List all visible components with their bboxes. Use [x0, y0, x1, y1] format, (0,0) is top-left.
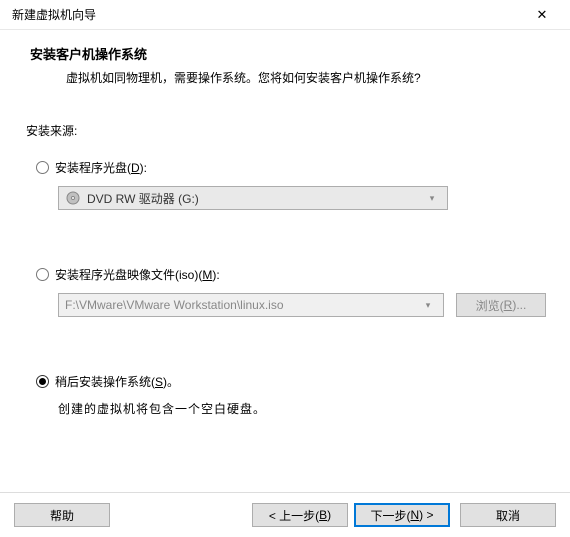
- disc-combo-row: DVD RW 驱动器 (G:) ▾: [58, 186, 546, 210]
- chevron-down-icon: ▾: [419, 300, 437, 311]
- next-button[interactable]: 下一步(N) >: [354, 503, 450, 527]
- cancel-button[interactable]: 取消: [460, 503, 556, 527]
- back-button[interactable]: < 上一步(B): [252, 503, 348, 527]
- wizard-footer: 帮助 < 上一步(B) 下一步(N) > 取消: [0, 492, 570, 537]
- close-icon: ✕: [537, 7, 548, 23]
- radio-disc-label: 安装程序光盘(D):: [55, 159, 147, 176]
- dvd-drive-icon: [65, 190, 81, 206]
- option-disc-group: 安装程序光盘(D): DVD RW 驱动器 (G:) ▾: [36, 159, 546, 210]
- help-button[interactable]: 帮助: [14, 503, 110, 527]
- chevron-down-icon: ▾: [423, 193, 441, 204]
- iso-combo-row: F:\VMware\VMware Workstation\linux.iso ▾…: [58, 293, 546, 317]
- wizard-content: 安装来源: 安装程序光盘(D): DVD RW 驱动器 (G:) ▾ 安装程序光…: [0, 104, 570, 437]
- radio-iso[interactable]: 安装程序光盘映像文件(iso)(M):: [36, 266, 546, 283]
- close-button[interactable]: ✕: [522, 1, 562, 29]
- radio-later-label: 稍后安装操作系统(S)。: [55, 373, 179, 390]
- radio-icon: [36, 161, 49, 174]
- radio-icon: [36, 268, 49, 281]
- radio-iso-label: 安装程序光盘映像文件(iso)(M):: [55, 266, 220, 283]
- option-later-group: 稍后安装操作系统(S)。 创建的虚拟机将包含一个空白硬盘。: [36, 373, 546, 417]
- radio-selected-icon: [39, 378, 46, 385]
- iso-path-text: F:\VMware\VMware Workstation\linux.iso: [65, 298, 419, 312]
- wizard-header: 安装客户机操作系统 虚拟机如同物理机，需要操作系统。您将如何安装客户机操作系统?: [0, 30, 570, 104]
- disc-drive-text: DVD RW 驱动器 (G:): [87, 190, 423, 207]
- option-iso-group: 安装程序光盘映像文件(iso)(M): F:\VMware\VMware Wor…: [36, 266, 546, 317]
- page-title: 安装客户机操作系统: [30, 44, 546, 63]
- disc-drive-combo[interactable]: DVD RW 驱动器 (G:) ▾: [58, 186, 448, 210]
- radio-later[interactable]: 稍后安装操作系统(S)。: [36, 373, 546, 390]
- later-description: 创建的虚拟机将包含一个空白硬盘。: [58, 400, 546, 417]
- page-description: 虚拟机如同物理机，需要操作系统。您将如何安装客户机操作系统?: [66, 69, 546, 86]
- title-bar: 新建虚拟机向导 ✕: [0, 0, 570, 30]
- browse-button[interactable]: 浏览(R)...: [456, 293, 546, 317]
- radio-disc[interactable]: 安装程序光盘(D):: [36, 159, 546, 176]
- iso-path-combo[interactable]: F:\VMware\VMware Workstation\linux.iso ▾: [58, 293, 444, 317]
- radio-icon: [36, 375, 49, 388]
- install-source-label: 安装来源:: [26, 122, 546, 139]
- window-title: 新建虚拟机向导: [12, 6, 96, 23]
